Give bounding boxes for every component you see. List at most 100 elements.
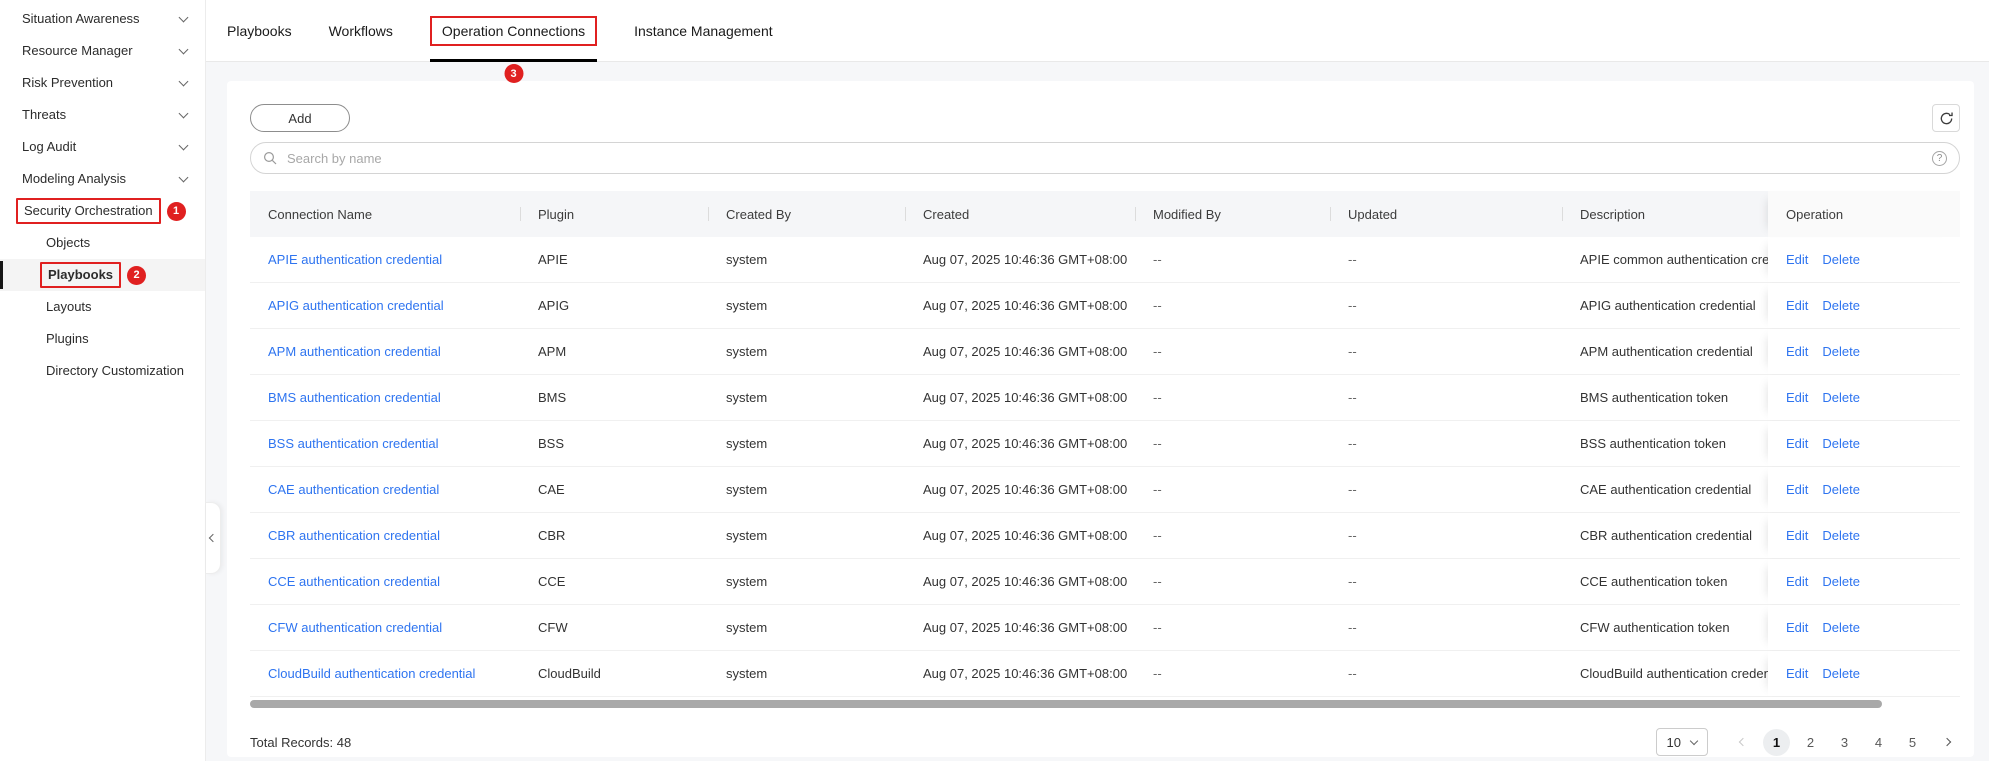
sidebar-item-risk-prevention[interactable]: Risk Prevention <box>0 67 205 99</box>
cell-updated: -- <box>1330 467 1562 512</box>
cell-created: Aug 07, 2025 10:46:36 GMT+08:00 <box>905 605 1135 650</box>
connection-name-link[interactable]: CFW authentication credential <box>268 620 442 635</box>
connection-name-link[interactable]: BSS authentication credential <box>268 436 439 451</box>
search-input[interactable] <box>285 150 1924 167</box>
delete-link[interactable]: Delete <box>1822 528 1860 543</box>
cell-name: APIE authentication credential <box>250 237 520 282</box>
cell-operation: Edit Delete <box>1768 283 1960 328</box>
delete-link[interactable]: Delete <box>1822 252 1860 267</box>
edit-link[interactable]: Edit <box>1786 252 1808 267</box>
connection-name-link[interactable]: CBR authentication credential <box>268 528 440 543</box>
cell-created_by: system <box>708 513 905 558</box>
edit-link[interactable]: Edit <box>1786 620 1808 635</box>
sidebar-item-log-audit[interactable]: Log Audit <box>0 131 205 163</box>
cell-operation: Edit Delete <box>1768 237 1960 282</box>
connection-name-link[interactable]: CCE authentication credential <box>268 574 440 589</box>
pagination: 10 12345 <box>1656 728 1960 756</box>
cell-operation: Edit Delete <box>1768 375 1960 420</box>
chevron-left-icon <box>1738 738 1746 746</box>
edit-link[interactable]: Edit <box>1786 436 1808 451</box>
delete-link[interactable]: Delete <box>1822 620 1860 635</box>
sidebar-item-plugins[interactable]: Plugins <box>0 323 205 355</box>
delete-link[interactable]: Delete <box>1822 574 1860 589</box>
app-root: Situation Awareness Resource ManagerRisk … <box>0 0 1989 761</box>
refresh-icon <box>1939 111 1954 126</box>
edit-link[interactable]: Edit <box>1786 574 1808 589</box>
page-size-select[interactable]: 10 <box>1656 728 1708 756</box>
edit-link[interactable]: Edit <box>1786 390 1808 405</box>
page-button-3[interactable]: 3 <box>1831 729 1858 756</box>
cell-updated: -- <box>1330 375 1562 420</box>
connection-name-link[interactable]: BMS authentication credential <box>268 390 441 405</box>
page-list: 12345 <box>1756 729 1926 756</box>
sidebar-item-label: Situation Awareness <box>22 11 140 27</box>
delete-link[interactable]: Delete <box>1822 344 1860 359</box>
edit-link[interactable]: Edit <box>1786 666 1808 681</box>
sidebar-item-layouts[interactable]: Layouts <box>0 291 205 323</box>
cell-modified_by: -- <box>1135 283 1330 328</box>
page-button-2[interactable]: 2 <box>1797 729 1824 756</box>
connection-name-link[interactable]: CAE authentication credential <box>268 482 439 497</box>
total-records: Total Records: 48 <box>250 735 351 750</box>
delete-link[interactable]: Delete <box>1822 390 1860 405</box>
cell-description: APIG authentication credential <box>1562 283 1768 328</box>
prev-page-button[interactable] <box>1729 729 1756 756</box>
sidebar-item-resource-manager[interactable]: Resource Manager <box>0 35 205 67</box>
cell-created: Aug 07, 2025 10:46:36 GMT+08:00 <box>905 421 1135 466</box>
cell-created_by: system <box>708 375 905 420</box>
cell-modified_by: -- <box>1135 559 1330 604</box>
tab-operation-connections[interactable]: Operation Connections3 <box>430 0 597 61</box>
cell-operation: Edit Delete <box>1768 329 1960 374</box>
sidebar-item-situation-awareness[interactable]: Situation Awareness <box>0 3 205 35</box>
cell-operation: Edit Delete <box>1768 513 1960 558</box>
connection-name-link[interactable]: APIG authentication credential <box>268 298 444 313</box>
connection-name-link[interactable]: APM authentication credential <box>268 344 441 359</box>
cell-created: Aug 07, 2025 10:46:36 GMT+08:00 <box>905 375 1135 420</box>
add-button[interactable]: Add <box>250 104 350 132</box>
cell-modified_by: -- <box>1135 651 1330 696</box>
delete-link[interactable]: Delete <box>1822 482 1860 497</box>
main-content: Playbooks Workflows Operation Connections3… <box>206 0 1989 761</box>
column-header-operation: Operation <box>1768 191 1960 237</box>
column-header-modified-by: Modified By <box>1135 191 1330 237</box>
delete-link[interactable]: Delete <box>1822 436 1860 451</box>
horizontal-scrollbar-thumb[interactable] <box>250 700 1882 708</box>
column-header-description: Description <box>1562 191 1768 237</box>
sidebar-item-playbooks[interactable]: Playbooks2 <box>0 259 205 291</box>
cell-plugin: APIG <box>520 283 708 328</box>
tab-instance-management[interactable]: Instance Management <box>634 0 773 61</box>
cell-description: CFW authentication token <box>1562 605 1768 650</box>
sidebar-item-modeling-analysis[interactable]: Modeling Analysis <box>0 163 205 195</box>
edit-link[interactable]: Edit <box>1786 298 1808 313</box>
edit-link[interactable]: Edit <box>1786 482 1808 497</box>
connection-name-link[interactable]: CloudBuild authentication credential <box>268 666 475 681</box>
sidebar-item-security-orchestration[interactable]: Security Orchestration1 <box>0 195 205 227</box>
table-body: APIE authentication credentialAPIEsystem… <box>250 237 1960 697</box>
tab-workflows[interactable]: Workflows <box>329 0 393 61</box>
delete-link[interactable]: Delete <box>1822 666 1860 681</box>
cell-name: CBR authentication credential <box>250 513 520 558</box>
refresh-button[interactable] <box>1932 104 1960 132</box>
edit-link[interactable]: Edit <box>1786 528 1808 543</box>
sidebar-item-directory-customization[interactable]: Directory Customization <box>0 355 205 387</box>
cell-name: BSS authentication credential <box>250 421 520 466</box>
next-page-button[interactable] <box>1933 729 1960 756</box>
page-button-1[interactable]: 1 <box>1763 729 1790 756</box>
page-button-5[interactable]: 5 <box>1899 729 1926 756</box>
total-records-label: Total Records: <box>250 735 333 750</box>
tab-label: Playbooks <box>227 17 292 45</box>
table-row: BSS authentication credentialBSSsystemAu… <box>250 421 1960 467</box>
delete-link[interactable]: Delete <box>1822 298 1860 313</box>
table-row: APIG authentication credentialAPIGsystem… <box>250 283 1960 329</box>
chevron-right-icon <box>1942 738 1950 746</box>
cell-created_by: system <box>708 559 905 604</box>
sidebar-item-objects[interactable]: Objects <box>0 227 205 259</box>
edit-link[interactable]: Edit <box>1786 344 1808 359</box>
help-icon[interactable]: ? <box>1932 151 1947 166</box>
connection-name-link[interactable]: APIE authentication credential <box>268 252 442 267</box>
page-button-4[interactable]: 4 <box>1865 729 1892 756</box>
tab-playbooks[interactable]: Playbooks <box>227 0 292 61</box>
table-row: CFW authentication credentialCFWsystemAu… <box>250 605 1960 651</box>
sidebar-item-threats[interactable]: Threats <box>0 99 205 131</box>
sidebar-collapse-handle[interactable] <box>206 502 221 574</box>
